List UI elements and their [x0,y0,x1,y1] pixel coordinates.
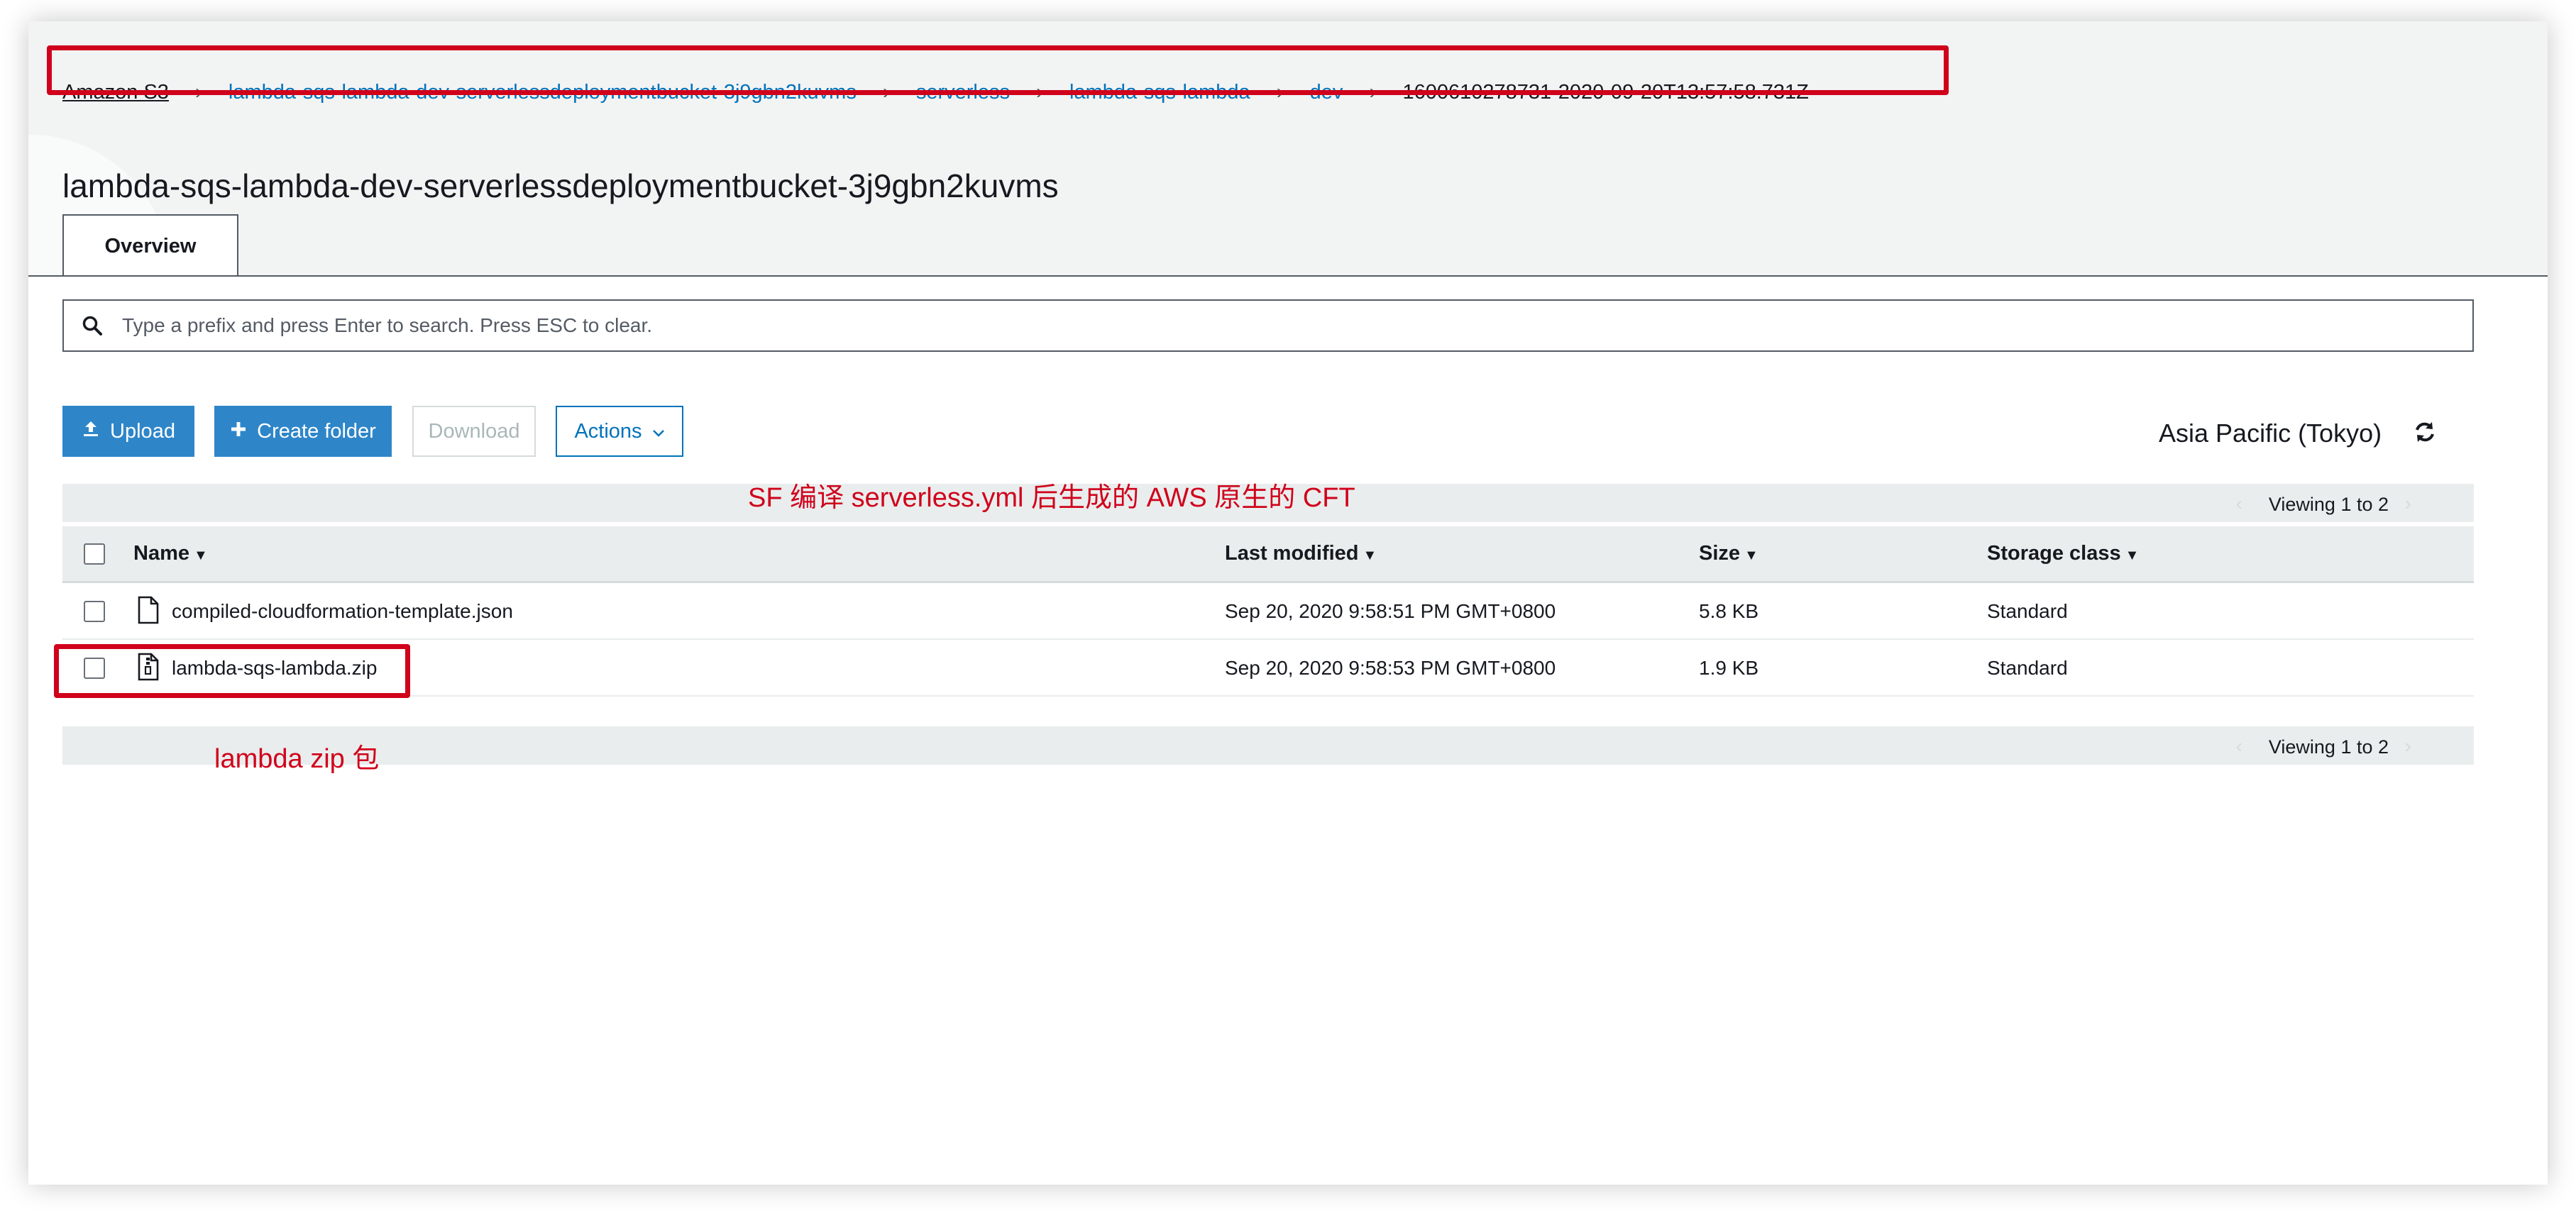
search-input[interactable] [121,314,2394,338]
caret-down-icon: ▼ [1363,548,1377,563]
chevron-right-icon: › [882,80,890,104]
pager-text: Viewing 1 to 2 [2268,494,2389,515]
column-header-last-modified[interactable]: Last modified ▼ [1225,542,1377,565]
actions-label: Actions [574,419,642,443]
chevron-right-icon: › [1036,80,1043,104]
size-cell: 5.8 KB [1699,600,1759,622]
create-folder-label: Create folder [257,419,376,443]
select-all-checkbox[interactable] [84,543,105,565]
chevron-down-icon [652,420,665,443]
breadcrumb-amazon-s3[interactable]: Amazon S3 [62,81,169,104]
region-label: Asia Pacific (Tokyo) [2159,419,2382,448]
caret-down-icon: ▼ [1744,548,1758,563]
file-name-link[interactable]: lambda-sqs-lambda.zip [172,657,377,680]
s3-console-window: Amazon S3 › lambda-sqs-lambda-dev-server… [28,21,2548,1185]
download-label: Download [428,419,520,443]
file-name-link[interactable]: compiled-cloudformation-template.json [172,600,513,623]
breadcrumb-lambda-sqs-lambda[interactable]: lambda-sqs-lambda [1069,81,1250,104]
upload-label: Upload [110,419,175,443]
upload-icon [82,419,100,443]
column-size-label: Size [1699,542,1741,565]
breadcrumb-dev[interactable]: dev [1310,81,1343,104]
table-header: Name ▼ Last modified ▼ Size ▼ Storage class… [62,526,2474,583]
breadcrumb: Amazon S3 › lambda-sqs-lambda-dev-server… [62,71,1809,113]
row-checkbox[interactable] [84,601,105,622]
chevron-left-icon[interactable]: ‹ [2236,492,2242,515]
storage-class-cell: Standard [1987,657,2068,679]
table-row[interactable]: compiled-cloudformation-template.json Se… [62,583,2474,640]
row-checkbox[interactable] [84,658,105,679]
tab-overview[interactable]: Overview [62,214,238,277]
breadcrumb-serverless[interactable]: serverless [916,81,1010,104]
last-modified-cell: Sep 20, 2020 9:58:51 PM GMT+0800 [1225,600,1556,622]
chevron-right-icon: › [1369,80,1377,104]
zip-file-icon [136,653,160,685]
pager-text: Viewing 1 to 2 [2268,736,2389,758]
column-storage-label: Storage class [1987,542,2121,565]
caret-down-icon: ▼ [2125,548,2140,563]
annotation-cft-note: SF 编译 serverless.yml 后生成的 AWS 原生的 CFT [748,483,1355,513]
upload-button[interactable]: Upload [62,406,194,457]
table-row[interactable]: lambda-sqs-lambda.zip Sep 20, 2020 9:58:… [62,640,2474,697]
size-cell: 1.9 KB [1699,657,1759,679]
page-header: Amazon S3 › lambda-sqs-lambda-dev-server… [28,21,2548,277]
search-icon [64,315,121,336]
chevron-right-icon: › [1276,80,1284,104]
column-name-label: Name [133,542,189,565]
file-icon [136,596,160,628]
breadcrumb-current-folder: 1600610278731-2020-09-20T13:57:58.731Z [1402,80,1809,104]
refresh-icon[interactable] [2413,420,2437,448]
tab-divider [28,275,2548,277]
page-title: lambda-sqs-lambda-dev-serverlessdeployme… [62,167,1059,204]
actions-dropdown[interactable]: Actions [556,406,683,457]
column-header-name[interactable]: Name ▼ [133,542,208,565]
plus-icon [230,420,247,443]
download-button[interactable]: Download [412,406,536,457]
column-header-size[interactable]: Size ▼ [1699,542,1758,565]
storage-class-cell: Standard [1987,600,2068,622]
last-modified-cell: Sep 20, 2020 9:58:53 PM GMT+0800 [1225,657,1556,679]
column-modified-label: Last modified [1225,542,1359,565]
caret-down-icon: ▼ [194,548,208,563]
search-bar [62,299,2474,352]
chevron-right-icon[interactable]: › [2405,492,2411,515]
create-folder-button[interactable]: Create folder [214,406,392,457]
chevron-right-icon: › [194,80,202,104]
chevron-right-icon[interactable]: › [2405,735,2411,758]
breadcrumb-bucket[interactable]: lambda-sqs-lambda-dev-serverlessdeployme… [229,81,857,104]
pager-bottom: ‹ Viewing 1 to 2 › [62,726,2474,765]
annotation-zip-note: lambda zip 包 [214,744,380,774]
chevron-left-icon[interactable]: ‹ [2236,735,2242,758]
column-header-storage-class[interactable]: Storage class ▼ [1987,542,2139,565]
